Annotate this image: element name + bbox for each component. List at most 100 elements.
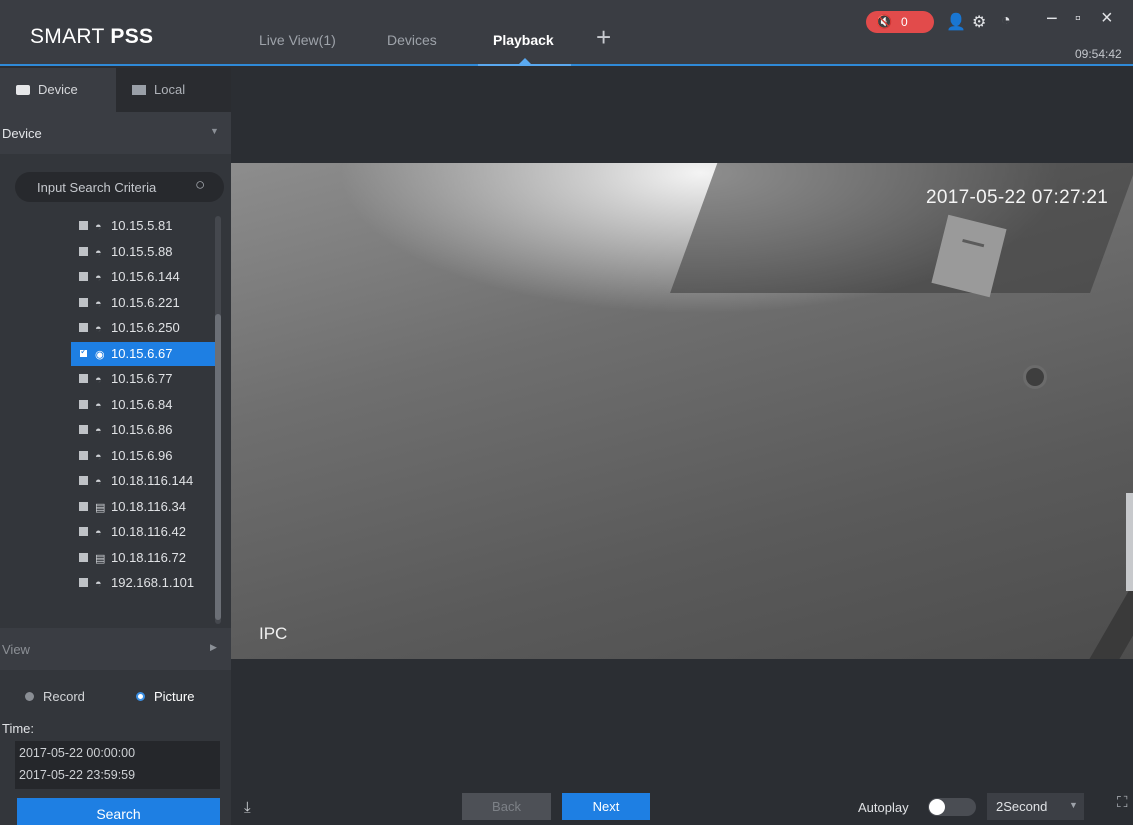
device-checkbox[interactable]: [79, 346, 88, 358]
camera-offline-icon: ◓: [95, 374, 102, 386]
time-range-box[interactable]: 2017-05-22 00:00:00 2017-05-22 23:59:59: [15, 741, 220, 789]
device-label: 10.15.6.144: [111, 269, 180, 284]
interval-value: 2Second: [996, 799, 1048, 814]
device-checkbox[interactable]: [79, 323, 88, 332]
mute-speaker-icon: 🔇: [876, 14, 893, 29]
device-tree-item[interactable]: ◓ 10.15.5.81: [71, 214, 215, 238]
video-player[interactable]: 2017-05-22 07:27:21 IPC: [231, 163, 1133, 659]
device-tree-item[interactable]: ◓ 10.15.6.250: [71, 316, 215, 340]
device-label: 10.15.5.81: [111, 218, 173, 233]
download-icon[interactable]: ⤓: [244, 799, 251, 816]
device-tree-item[interactable]: ◓ 192.168.1.101: [71, 571, 215, 595]
device-label: 10.15.6.86: [111, 422, 173, 437]
device-checkbox[interactable]: [79, 450, 88, 460]
device-tree-item[interactable]: ▤ 10.18.116.72: [71, 546, 215, 570]
tab-devices[interactable]: Devices: [387, 32, 437, 48]
monitor-icon: [132, 85, 146, 95]
fullscreen-icon[interactable]: ⛶: [1117, 794, 1128, 811]
device-label: 10.15.6.84: [111, 396, 173, 412]
tab-playback[interactable]: Playback: [493, 32, 554, 48]
time-start-field[interactable]: 2017-05-22 00:00:00: [19, 746, 135, 760]
sidebar: Device Local Device ▼ ○ ◓ 10.15.5.81 ◓ 10.1…: [0, 68, 231, 825]
radio-picture[interactable]: Picture: [136, 689, 194, 704]
record-type-group: Record Picture: [0, 686, 231, 710]
device-tree: ◓ 10.15.5.81 ◓ 10.15.5.88 ◓ 10.15.6.144 ◓ 10.15…: [0, 210, 231, 625]
camera-offline-icon: ◓: [95, 221, 102, 233]
device-tree-item[interactable]: ◓ 10.18.116.144: [71, 469, 215, 493]
alarm-button[interactable]: 🔇 0: [866, 11, 934, 33]
device-section-header[interactable]: Device ▼: [0, 112, 231, 154]
collapse-handle[interactable]: [1126, 493, 1133, 591]
sidebar-tab-device[interactable]: Device: [0, 68, 116, 112]
device-tree-item[interactable]: ◓ 10.18.116.42: [71, 520, 215, 544]
interval-select[interactable]: 2Second ▼: [987, 793, 1084, 820]
search-icon[interactable]: ○: [195, 175, 205, 195]
nvr-icon: ▤: [95, 501, 106, 514]
device-checkbox[interactable]: [79, 297, 88, 307]
sidebar-tab-local-label: Local: [154, 82, 186, 97]
device-tree-item[interactable]: ◉ 10.15.6.67: [71, 341, 215, 366]
device-checkbox[interactable]: [79, 527, 88, 536]
sidebar-tab-local[interactable]: Local: [120, 68, 231, 112]
search-button[interactable]: Search: [17, 798, 220, 825]
time-label: Time:: [2, 721, 35, 736]
device-label: 10.15.6.67: [111, 345, 173, 361]
autoplay-toggle[interactable]: [928, 798, 976, 816]
radio-picture-label: Picture: [154, 689, 195, 704]
minimize-icon[interactable]: −: [1046, 8, 1058, 31]
clock: 09:54:42: [1075, 47, 1122, 61]
device-checkbox[interactable]: [79, 221, 88, 230]
device-checkbox[interactable]: [79, 399, 88, 409]
performance-meter-icon[interactable]: ◔: [1001, 12, 1011, 30]
time-end-field[interactable]: 2017-05-22 23:59:59: [19, 768, 135, 782]
device-checkbox[interactable]: [79, 552, 88, 562]
gear-icon[interactable]: ⚙: [972, 12, 986, 32]
radio-picture-dot: [136, 692, 145, 701]
video-ceiling-detector: [1023, 365, 1047, 389]
device-checkbox[interactable]: [79, 425, 88, 434]
nvr-icon: ▤: [95, 552, 106, 565]
device-tree-item[interactable]: ◓ 10.15.5.88: [71, 240, 215, 264]
device-tree-item[interactable]: ◓ 10.15.6.96: [71, 444, 215, 468]
device-tree-item[interactable]: ◓ 10.15.6.77: [71, 367, 215, 391]
radio-record[interactable]: Record: [25, 689, 85, 704]
device-checkbox[interactable]: [79, 476, 88, 485]
chevron-down-icon: ▼: [1069, 800, 1078, 810]
video-timestamp: 2017-05-22 07:27:21: [926, 187, 1109, 208]
device-checkbox[interactable]: [79, 501, 88, 511]
next-button[interactable]: Next: [562, 793, 650, 820]
device-tree-item[interactable]: ◓ 10.15.6.221: [71, 291, 215, 315]
maximize-icon[interactable]: ▫: [1075, 10, 1081, 28]
tree-scrollbar-thumb[interactable]: [215, 314, 221, 620]
video-shadow: [670, 163, 1133, 293]
camera-offline-icon: ◓: [95, 323, 102, 335]
device-checkbox[interactable]: [79, 272, 88, 281]
device-label: 10.15.5.88: [111, 243, 173, 259]
device-tree-item[interactable]: ▤ 10.18.116.34: [71, 495, 215, 519]
active-tab-caret: [519, 58, 531, 64]
device-checkbox[interactable]: [79, 374, 88, 383]
triangle-down-icon: ▼: [210, 126, 219, 136]
device-tree-item[interactable]: ◓ 10.15.6.144: [71, 265, 215, 289]
back-button[interactable]: Back: [462, 793, 551, 820]
device-checkbox[interactable]: [79, 246, 88, 256]
search-input[interactable]: [37, 180, 197, 195]
playback-area: 2017-05-22 07:27:21 IPC ⤓ Back Next Auto…: [231, 68, 1133, 825]
plus-icon[interactable]: +: [596, 24, 611, 50]
channel-label: IPC: [259, 624, 288, 643]
device-tree-item[interactable]: ◓ 10.15.6.86: [71, 418, 215, 442]
device-tree-item[interactable]: ◓ 10.15.6.84: [71, 393, 215, 417]
view-section-label: View: [2, 642, 30, 657]
close-icon[interactable]: ×: [1101, 7, 1113, 30]
device-label: 10.18.116.144: [111, 473, 194, 488]
view-section-header[interactable]: View ▶: [0, 628, 231, 670]
search-box: ○: [15, 172, 224, 202]
camera-online-icon: ◉: [95, 348, 105, 361]
camera-offline-icon: ◓: [95, 527, 102, 539]
user-icon[interactable]: 👤: [946, 12, 966, 32]
camera-offline-icon: ◓: [95, 297, 102, 310]
tab-live-view[interactable]: Live View(1): [259, 32, 336, 48]
camera-offline-icon: ◓: [95, 450, 102, 463]
device-label: 10.18.116.34: [111, 498, 186, 514]
device-checkbox[interactable]: [79, 578, 88, 587]
